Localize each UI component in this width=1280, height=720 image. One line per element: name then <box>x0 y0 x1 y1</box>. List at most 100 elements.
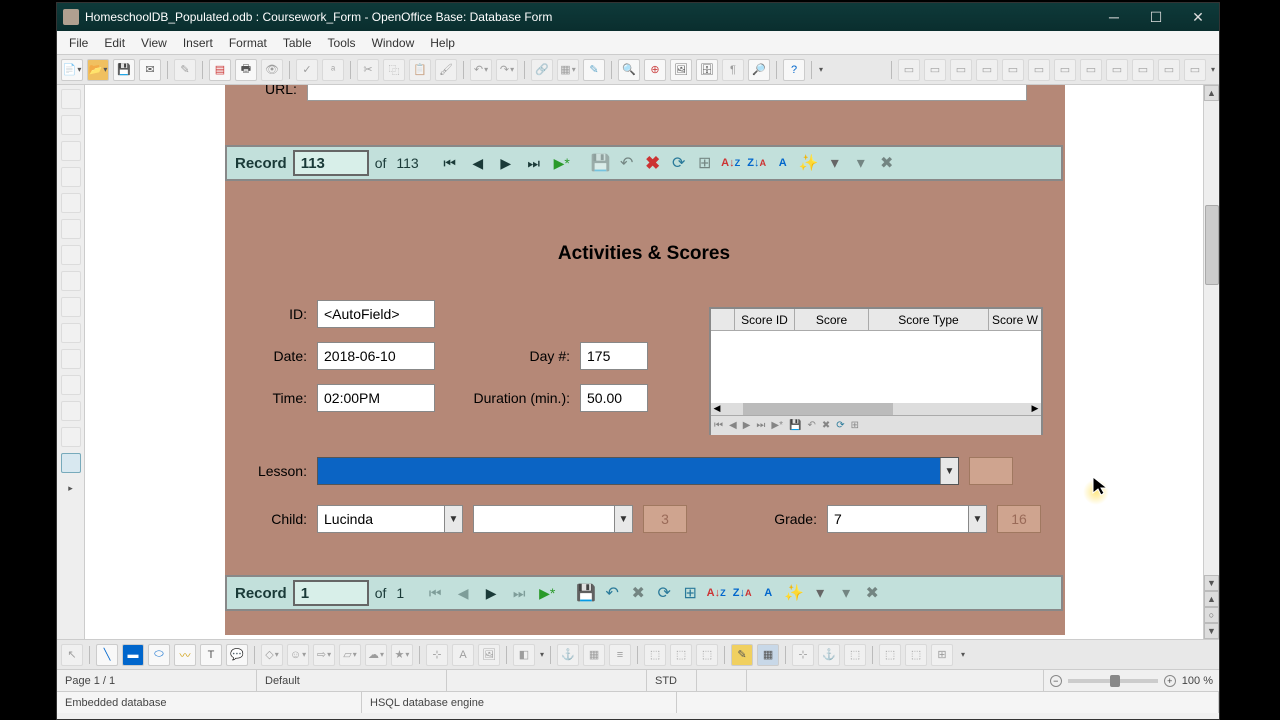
lt-design-mode[interactable] <box>61 453 81 473</box>
undo-entry-icon2[interactable]: ↶ <box>600 581 624 605</box>
freeform-tool[interactable]: 〰 <box>174 644 196 666</box>
arrows-tool[interactable]: ⇨▾ <box>313 644 335 666</box>
scoreid-header[interactable]: Score ID <box>735 309 795 330</box>
menu-tools[interactable]: Tools <box>320 34 364 52</box>
save-button[interactable]: 💾 <box>113 59 135 81</box>
find-button[interactable]: 🔍 <box>618 59 640 81</box>
lesson-dropdown-icon[interactable]: ▼ <box>940 458 958 484</box>
zoom-button[interactable]: 🔎 <box>748 59 770 81</box>
navigator-button[interactable]: ⊕ <box>644 59 666 81</box>
lt-push[interactable] <box>61 219 81 239</box>
align-tool[interactable]: ≡ <box>609 644 631 666</box>
score-header[interactable]: Score <box>795 309 869 330</box>
tb-r4[interactable]: ▭ <box>976 59 998 81</box>
nav-down-icon[interactable]: ▼ <box>1204 623 1219 639</box>
date-input[interactable] <box>317 342 435 370</box>
remove-filter-icon[interactable]: ✖ <box>875 151 899 175</box>
help-button[interactable]: ? <box>783 59 805 81</box>
arrange-tool[interactable]: ⬚ <box>644 644 666 666</box>
points-tool[interactable]: ⊹ <box>426 644 448 666</box>
lt-wizard[interactable] <box>61 401 81 421</box>
t-last[interactable]: ⏭ <box>753 420 768 431</box>
scroll-down-icon[interactable]: ▼ <box>1204 575 1219 591</box>
lesson-combo[interactable]: ▼ <box>317 457 959 485</box>
filter-icon2[interactable]: ▾ <box>808 581 832 605</box>
filter-magic-icon2[interactable]: ✨ <box>782 581 806 605</box>
form-nav-tool[interactable]: ▦ <box>757 644 779 666</box>
filter-magic-icon[interactable]: ✨ <box>797 151 821 175</box>
menu-edit[interactable]: Edit <box>96 34 133 52</box>
lt-nav[interactable] <box>61 375 81 395</box>
exit-group-tool[interactable]: ⬚ <box>905 644 927 666</box>
order-icon2[interactable]: ⊞ <box>678 581 702 605</box>
design-mode-tool[interactable]: ✎ <box>731 644 753 666</box>
blank-combo[interactable]: ▼ <box>473 505 633 533</box>
callout-tool[interactable]: 💬 <box>226 644 248 666</box>
next-record-button[interactable]: ▶ <box>493 150 519 176</box>
mode-status[interactable]: STD <box>647 670 697 691</box>
t-del[interactable]: ✖ <box>819 420 833 431</box>
scorew-header[interactable]: Score W <box>989 309 1041 330</box>
time-input[interactable] <box>317 384 435 412</box>
vertical-scrollbar[interactable]: ▲ ▼ ▲ ○ ▼ <box>1203 85 1219 639</box>
order-icon[interactable]: ⊞ <box>693 151 717 175</box>
rect-tool[interactable]: ▬ <box>122 644 144 666</box>
delete-record-icon2[interactable]: ✖ <box>626 581 650 605</box>
zoom-out-icon[interactable]: − <box>1050 675 1062 687</box>
lt-more[interactable] <box>61 349 81 369</box>
nav-up-icon[interactable]: ▲ <box>1204 591 1219 607</box>
line-tool[interactable]: ╲ <box>96 644 118 666</box>
grid-tool[interactable]: ⊞ <box>931 644 953 666</box>
nonprint-button[interactable]: ¶ <box>722 59 744 81</box>
t-refresh[interactable]: ⟳ <box>833 420 847 431</box>
gallery-button[interactable]: 🖼 <box>670 59 692 81</box>
anchor-tool[interactable]: ⚓ <box>557 644 579 666</box>
copy-button[interactable]: ⿻ <box>383 59 405 81</box>
anchor2-tool[interactable]: ⚓ <box>818 644 840 666</box>
lt-label[interactable] <box>61 323 81 343</box>
tb-r8[interactable]: ▭ <box>1080 59 1102 81</box>
menu-table[interactable]: Table <box>275 34 320 52</box>
callouts-tool[interactable]: ☁▾ <box>365 644 387 666</box>
first-record-button[interactable]: ⏮ <box>437 150 463 176</box>
back-tool[interactable]: ⬚ <box>696 644 718 666</box>
undo-entry-icon[interactable]: ↶ <box>615 151 639 175</box>
lt-text[interactable] <box>61 167 81 187</box>
new-record-button[interactable]: ▶* <box>549 150 575 176</box>
scoretype-header[interactable]: Score Type <box>869 309 989 330</box>
t-first[interactable]: ⏮ <box>711 420 726 431</box>
spell-button[interactable]: ✓ <box>296 59 318 81</box>
cut-button[interactable]: ✂ <box>357 59 379 81</box>
grade-combo[interactable]: 7 ▼ <box>827 505 987 533</box>
first-record-button2[interactable]: ⏮ <box>422 580 448 606</box>
tb-r10[interactable]: ▭ <box>1132 59 1154 81</box>
paste-button[interactable]: 📋 <box>409 59 431 81</box>
flowchart-tool[interactable]: ▱▾ <box>339 644 361 666</box>
id-input[interactable] <box>317 300 435 328</box>
t-next[interactable]: ▶ <box>740 420 754 431</box>
prev-record-button2[interactable]: ◀ <box>450 580 476 606</box>
menu-help[interactable]: Help <box>422 34 463 52</box>
record-current-input[interactable] <box>293 150 369 176</box>
menu-insert[interactable]: Insert <box>175 34 221 52</box>
sort-desc-icon2[interactable]: Z↓A <box>730 581 754 605</box>
lt-check[interactable] <box>61 141 81 161</box>
form-filter-icon[interactable]: ▾ <box>849 151 873 175</box>
close-button[interactable]: ✕ <box>1183 7 1213 27</box>
autofilter-icon2[interactable]: A <box>756 581 780 605</box>
lt-formatted[interactable] <box>61 193 81 213</box>
draw-button[interactable]: ✎ <box>583 59 605 81</box>
menu-window[interactable]: Window <box>364 34 423 52</box>
scores-table[interactable]: Score ID Score Score Type Score W ◀▶ ⏮ ◀… <box>709 307 1043 435</box>
tb-r7[interactable]: ▭ <box>1054 59 1076 81</box>
symbols-tool[interactable]: ☺▾ <box>287 644 309 666</box>
wrap-tool[interactable]: ▦ <box>583 644 605 666</box>
select-tool[interactable]: ↖ <box>61 644 83 666</box>
tb-r2[interactable]: ▭ <box>924 59 946 81</box>
lt-list[interactable] <box>61 271 81 291</box>
fontwork-tool[interactable]: A <box>452 644 474 666</box>
datasources-button[interactable]: 🗄 <box>696 59 718 81</box>
tb-r1[interactable]: ▭ <box>898 59 920 81</box>
menu-view[interactable]: View <box>133 34 175 52</box>
save-record-icon[interactable]: 💾 <box>589 151 613 175</box>
